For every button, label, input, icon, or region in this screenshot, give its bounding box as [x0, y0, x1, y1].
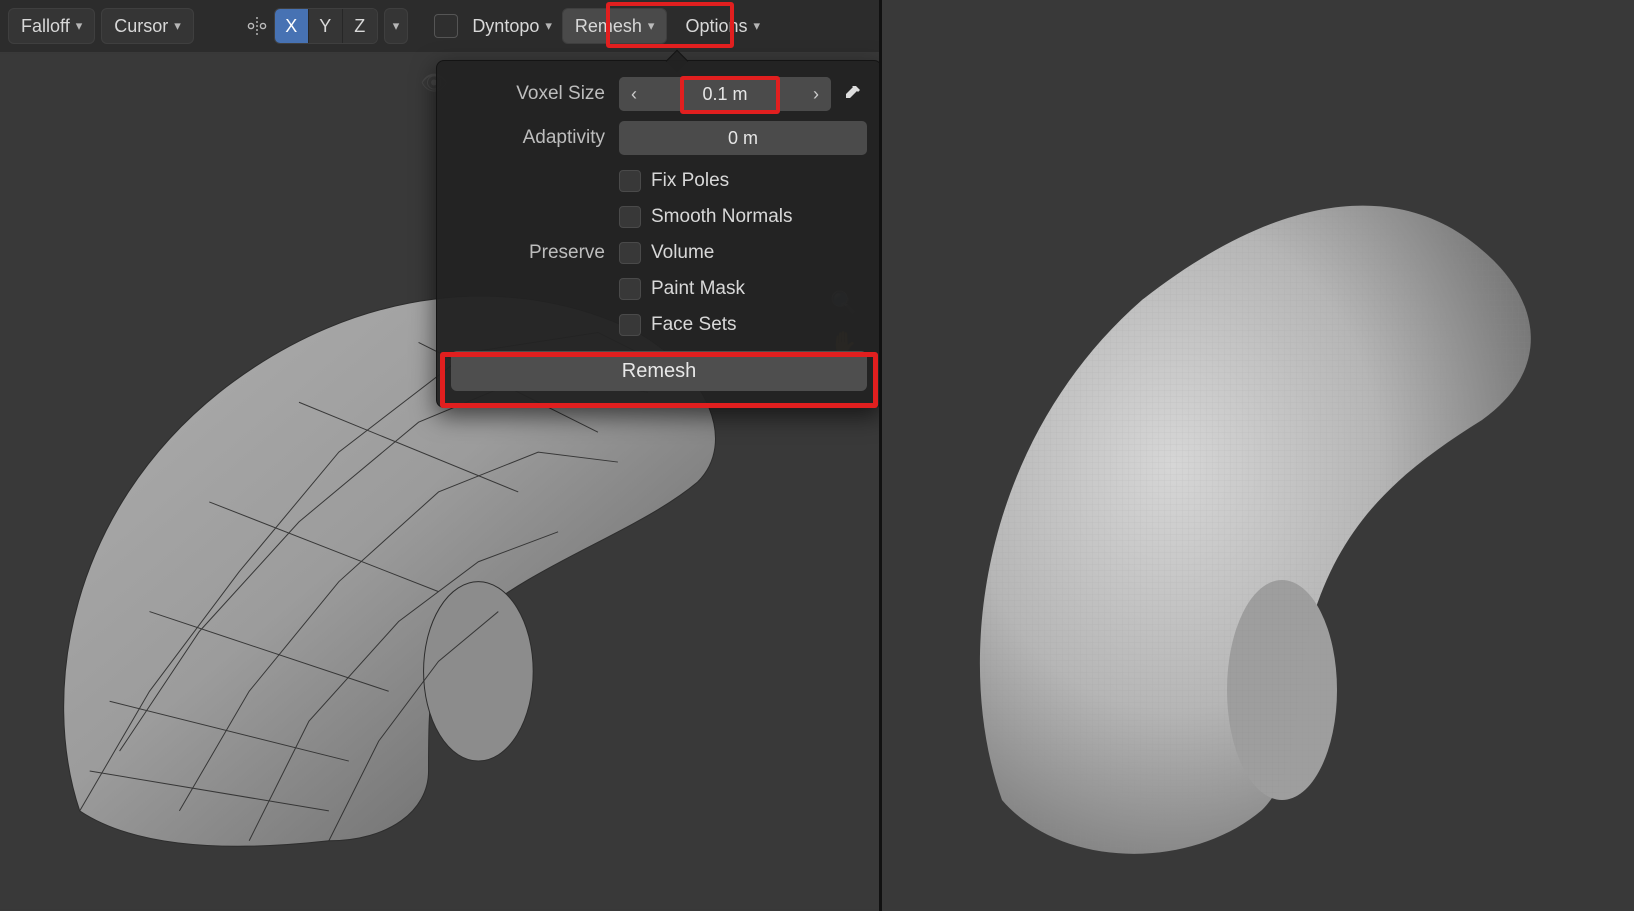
falloff-label: Falloff — [21, 16, 70, 37]
smooth-normals-label: Smooth Normals — [651, 206, 793, 228]
dyntopo-label: Dyntopo — [472, 16, 539, 37]
axis-x-toggle[interactable]: X — [275, 9, 309, 43]
voxel-size-label: Voxel Size — [451, 83, 619, 105]
options-label: Options — [685, 16, 747, 37]
preserve-paint-mask-checkbox[interactable] — [619, 278, 641, 300]
adaptivity-value: 0 m — [728, 128, 758, 149]
voxel-size-decrement[interactable]: ‹ — [619, 77, 649, 111]
preserve-paint-mask-label: Paint Mask — [651, 278, 745, 300]
chevron-down-icon: ▾ — [393, 18, 400, 34]
voxel-size-value[interactable]: 0.1 m — [649, 77, 801, 111]
preserve-face-sets-checkbox[interactable] — [619, 314, 641, 336]
chevron-down-icon: ▾ — [174, 18, 181, 34]
cursor-label: Cursor — [114, 16, 168, 37]
axis-y-toggle[interactable]: Y — [309, 9, 343, 43]
remesh-label: Remesh — [575, 16, 642, 37]
chevron-down-icon: ▾ — [76, 18, 83, 34]
chevron-down-icon: ▾ — [648, 18, 655, 34]
axis-z-toggle[interactable]: Z — [343, 9, 377, 43]
symmetry-axis-toggle: X Y Z — [274, 8, 378, 44]
remesh-dropdown[interactable]: Remesh ▾ — [562, 8, 668, 44]
falloff-dropdown[interactable]: Falloff ▾ — [8, 8, 95, 44]
voxel-size-field[interactable]: ‹ 0.1 m › — [619, 77, 831, 111]
dyntopo-checkbox[interactable] — [434, 14, 458, 38]
remesh-popover: Voxel Size ‹ 0.1 m › Adaptivity 0 — [436, 60, 882, 408]
preserve-volume-checkbox[interactable] — [619, 242, 641, 264]
symmetry-icon — [246, 15, 268, 37]
preserve-face-sets-label: Face Sets — [651, 314, 737, 336]
eyedropper-icon[interactable] — [837, 79, 867, 109]
remesh-apply-label: Remesh — [622, 360, 696, 383]
viewport-left: Falloff ▾ Cursor ▾ X Y Z ▾ — [0, 0, 882, 911]
smooth-normals-checkbox[interactable] — [619, 206, 641, 228]
cursor-dropdown[interactable]: Cursor ▾ — [101, 8, 194, 44]
adaptivity-field[interactable]: 0 m — [619, 121, 867, 155]
symmetry-more-dropdown[interactable]: ▾ — [384, 8, 409, 44]
remesh-apply-button[interactable]: Remesh — [451, 351, 867, 391]
fix-poles-label: Fix Poles — [651, 170, 729, 192]
options-dropdown[interactable]: Options ▾ — [673, 8, 772, 44]
dyntopo-dropdown[interactable]: Dyntopo ▾ — [468, 8, 556, 44]
adaptivity-label: Adaptivity — [451, 127, 619, 149]
voxel-size-increment[interactable]: › — [801, 77, 831, 111]
preserve-label: Preserve — [451, 242, 619, 264]
viewport-right — [882, 0, 1634, 911]
chevron-down-icon: ▾ — [754, 18, 761, 34]
chevron-down-icon: ▾ — [545, 18, 552, 34]
3d-viewport-after[interactable] — [882, 0, 1634, 911]
sculpt-header: Falloff ▾ Cursor ▾ X Y Z ▾ — [0, 0, 879, 52]
fix-poles-checkbox[interactable] — [619, 170, 641, 192]
preserve-volume-label: Volume — [651, 242, 714, 264]
